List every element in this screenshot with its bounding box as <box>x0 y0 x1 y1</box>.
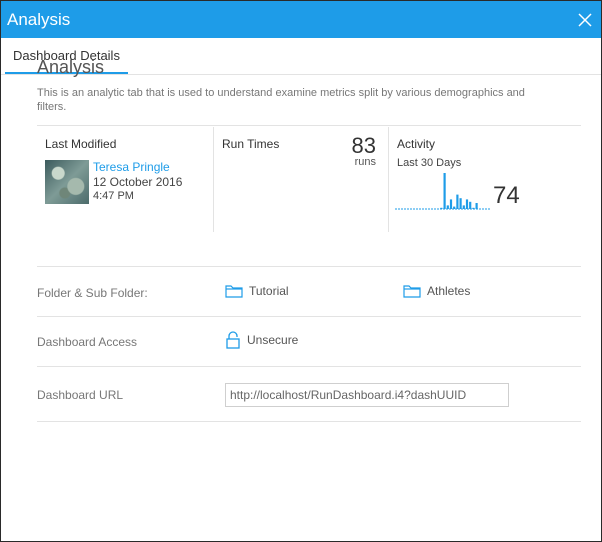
divider <box>37 316 581 317</box>
close-button[interactable] <box>571 6 599 34</box>
sparkline-bar <box>443 173 446 209</box>
modified-by-user-link[interactable]: Teresa Pringle <box>93 160 170 174</box>
sparkline-bar <box>469 201 472 209</box>
modified-date: 12 October 2016 <box>93 175 183 189</box>
folder-name: Tutorial <box>249 284 289 298</box>
folder-icon <box>403 285 421 298</box>
run-times-label: Run Times <box>222 137 280 151</box>
sparkline-bar <box>440 207 443 209</box>
activity-period: Last 30 Days <box>397 157 462 169</box>
dashboard-url-field[interactable] <box>225 383 509 407</box>
modified-time: 4:47 PM <box>93 190 134 202</box>
sparkline-bar <box>449 199 453 209</box>
sparkline-bar <box>459 198 462 209</box>
sparkline-bar <box>456 194 459 209</box>
activity-panel: Activity Last 30 Days 74 <box>389 127 581 232</box>
divider <box>37 125 581 126</box>
sparkline-bar <box>453 206 456 209</box>
folder-label: Folder & Sub Folder: <box>37 286 148 300</box>
dialog-title: Analysis <box>7 9 71 29</box>
folder-link[interactable]: Tutorial <box>225 284 289 298</box>
analysis-dialog: Analysis Dashboard Details Analysis This… <box>0 0 602 542</box>
divider <box>37 266 581 267</box>
activity-sparkline <box>395 173 491 210</box>
access-toggle[interactable]: Unsecure <box>225 331 298 349</box>
access-value: Unsecure <box>247 333 299 347</box>
sparkline-bar <box>465 199 469 209</box>
details-title: Analysis <box>37 57 105 77</box>
divider <box>37 421 581 422</box>
dialog-title-bar: Analysis <box>1 1 601 38</box>
last-modified-label: Last Modified <box>45 137 117 151</box>
activity-label: Activity <box>397 137 436 151</box>
unlock-icon <box>226 331 240 349</box>
folder-icon <box>225 285 243 298</box>
url-label: Dashboard URL <box>37 388 124 402</box>
divider <box>37 366 581 367</box>
avatar <box>45 160 89 204</box>
run-times-panel: Run Times 83 runs <box>214 127 389 232</box>
sparkline-bar <box>446 205 449 209</box>
sub-folder-name: Athletes <box>427 284 471 298</box>
sparkline-bar <box>475 203 478 209</box>
sub-folder-link[interactable]: Athletes <box>403 284 470 298</box>
sparkline-bar <box>462 205 465 209</box>
activity-value: 74 <box>493 182 520 209</box>
run-unit: runs <box>354 156 376 168</box>
access-label: Dashboard Access <box>37 335 138 349</box>
close-icon <box>578 12 592 27</box>
last-modified-panel: Last Modified Teresa Pringle 12 October … <box>37 127 214 232</box>
details-description: This is an analytic tab that is used to … <box>37 87 525 113</box>
sparkline-bar <box>472 207 475 209</box>
